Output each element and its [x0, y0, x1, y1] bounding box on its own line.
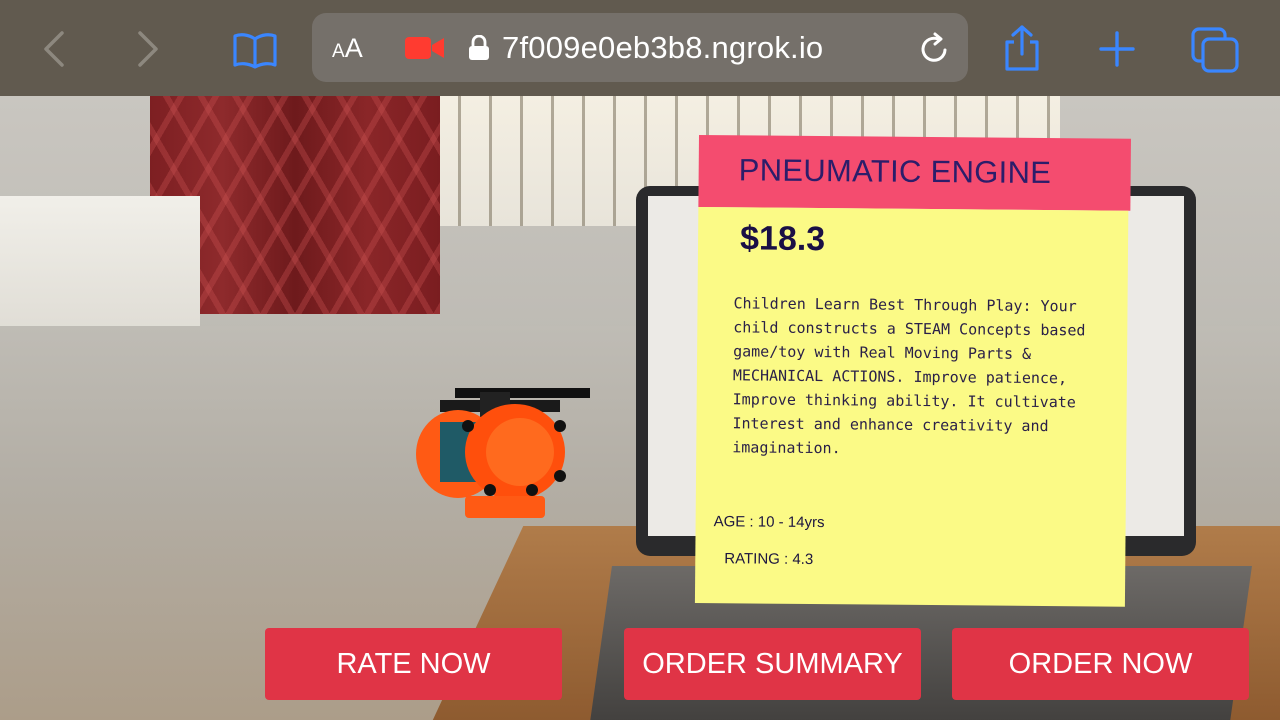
new-tab-plus-icon[interactable] — [1094, 26, 1140, 72]
card-body: $18.3 Children Learn Best Through Play: … — [694, 206, 1129, 607]
back-chevron-icon[interactable] — [36, 28, 72, 70]
product-age: AGE : 10 - 14yrs — [713, 513, 825, 532]
text-size-button[interactable]: AA — [332, 33, 363, 64]
order-now-button[interactable]: ORDER NOW — [952, 628, 1249, 700]
bookmarks-book-icon[interactable] — [230, 28, 280, 72]
card-header: PNEUMATIC ENGINE — [698, 135, 1131, 211]
product-info-card: PNEUMATIC ENGINE $18.3 Children Learn Be… — [694, 135, 1131, 609]
camera-in-use-icon[interactable] — [404, 35, 446, 61]
text-size-small-glyph: A — [332, 41, 345, 62]
url-text[interactable]: 7f009e0eb3b8.ngrok.io — [502, 30, 823, 66]
forward-chevron-icon[interactable] — [130, 28, 166, 70]
share-icon[interactable] — [998, 22, 1046, 74]
order-summary-button[interactable]: ORDER SUMMARY — [624, 628, 921, 700]
browser-toolbar: AA 7f009e0eb3b8.ngrok.io — [0, 0, 1280, 96]
address-bar[interactable]: AA 7f009e0eb3b8.ngrok.io — [312, 13, 968, 82]
tabs-overview-icon[interactable] — [1188, 24, 1242, 76]
text-size-big-glyph: A — [344, 33, 363, 63]
product-price: $18.3 — [739, 219, 826, 259]
product-description: Children Learn Best Through Play: Your c… — [732, 294, 1086, 458]
rate-now-button[interactable]: RATE NOW — [265, 628, 562, 700]
product-title: PNEUMATIC ENGINE — [738, 152, 1052, 191]
reload-icon[interactable] — [916, 31, 952, 67]
ar-engine-model[interactable] — [410, 386, 600, 526]
product-rating: RATING : 4.3 — [724, 550, 814, 569]
lock-icon — [468, 34, 490, 61]
